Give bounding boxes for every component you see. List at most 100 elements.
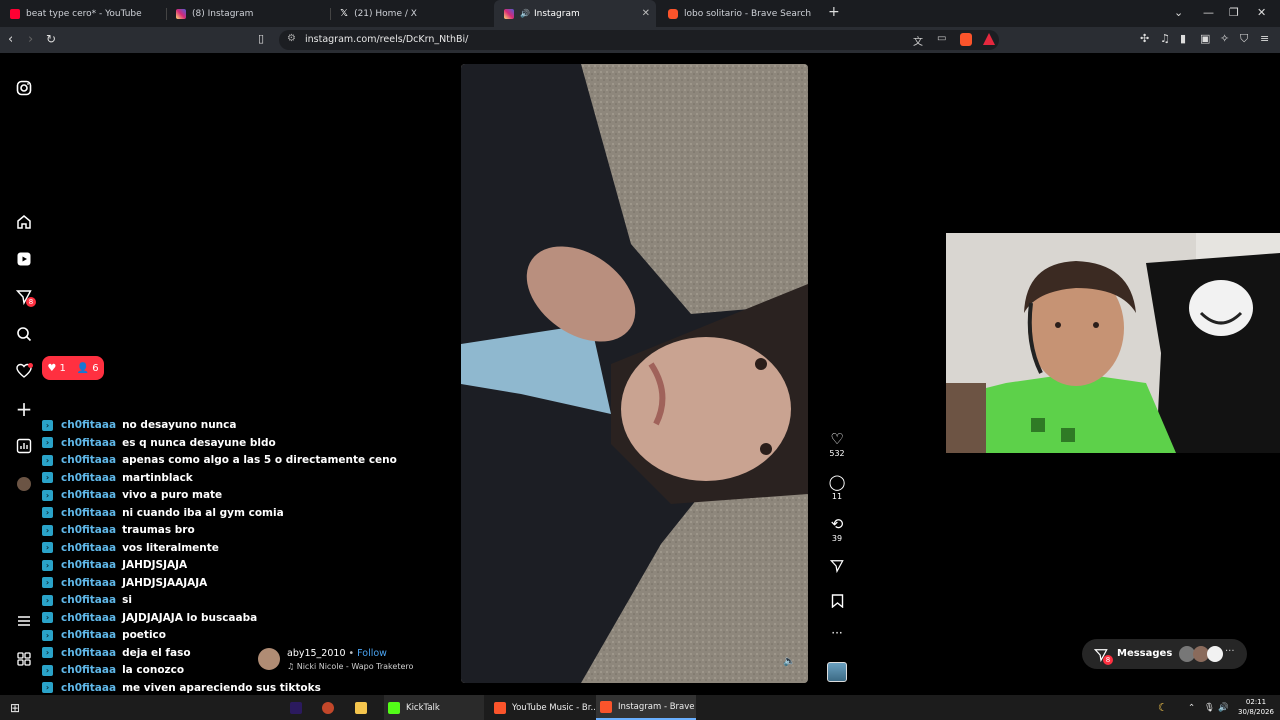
chat-text: JAJDJAJAJA lo buscaaba [122,611,258,624]
site-info-icon[interactable]: ⚙ [287,33,296,44]
instagram-icon [176,8,186,19]
close-window-icon[interactable]: ✕ [1257,6,1266,19]
forward-icon[interactable]: › [28,32,33,47]
search-icon[interactable] [14,324,34,344]
chat-username[interactable]: ch0fitaaa [61,559,116,571]
chat-username[interactable]: ch0fitaaa [61,472,116,484]
kick-badge-icon: › [42,682,53,693]
volume-tray-icon[interactable]: 🔊 [1218,695,1229,720]
tab-youtube[interactable]: beat type cero* - YouTube [0,0,160,27]
chat-username[interactable]: ch0fitaaa [61,577,116,589]
kick-badge-icon: › [42,612,53,623]
wallet-icon[interactable]: ▣ [1200,32,1210,45]
chat-text: martinblack [122,471,193,484]
author-name[interactable]: aby15_2010 [287,648,346,659]
chat-message: › ch0fitaaa martinblack [42,470,193,486]
home-icon[interactable] [14,212,34,232]
brave-shields-icon[interactable] [960,33,972,46]
chat-message: › ch0fitaaa apenas como algo a las 5 o dir… [42,452,397,468]
instagram-logo-icon[interactable] [14,78,34,98]
repost-button[interactable]: ⟲ 39 [826,516,848,543]
messages-icon[interactable]: 8 [14,287,36,307]
taskbar-youtube-music[interactable]: YouTube Music - Br... [490,695,599,720]
chat-username[interactable]: ch0fitaaa [61,612,116,624]
chat-username[interactable]: ch0fitaaa [61,419,116,431]
reel-video[interactable]: 🔈 [461,64,808,683]
tab-instagram-active[interactable]: 🔊 Instagram ✕ [494,0,656,27]
audio-thumbnail[interactable] [826,662,848,682]
sidebar-icon[interactable]: ▮ [1180,32,1186,45]
restore-icon[interactable]: ❐ [1229,6,1239,19]
create-icon[interactable]: + [14,397,34,421]
kick-badge-icon: › [42,647,53,658]
leo-ai-icon[interactable]: ✧ [1220,32,1229,45]
url-text: instagram.com/reels/DcKrn_NthBi/ [305,34,469,45]
chat-username[interactable]: ch0fitaaa [61,524,116,536]
chat-message: › ch0fitaaa deja el faso [42,645,191,661]
brave-rewards-icon[interactable] [983,33,995,45]
chat-message: › ch0fitaaa la conozco [42,662,184,678]
chat-username[interactable]: ch0fitaaa [61,507,116,519]
notifications-heart-icon[interactable] [14,361,34,381]
translate-icon[interactable]: 文 [913,33,923,48]
like-button[interactable]: ♡ 532 [826,431,848,458]
cast-icon[interactable]: ▭ [937,33,946,44]
premiere-icon[interactable] [290,695,308,720]
notification-dot [28,363,33,368]
tab-x[interactable]: 𝕏 (21) Home / X [330,0,490,27]
media-icon[interactable]: ♫ [1160,32,1170,45]
back-icon[interactable]: ‹ [8,32,13,47]
profile-avatar[interactable] [14,474,34,494]
follow-button[interactable]: Follow [357,648,387,659]
audio-row[interactable]: ♫ Nicki Nicole - Wapo Traketero [287,662,413,671]
chat-username[interactable]: ch0fitaaa [61,629,116,641]
comment-button[interactable]: ◯ 11 [826,474,848,501]
save-button[interactable] [826,594,848,611]
tray-chevron-icon[interactable]: ⌃ [1188,695,1195,720]
send-icon [826,559,848,576]
chat-username[interactable]: ch0fitaaa [61,664,116,676]
windows-start-icon[interactable]: ⊞ [10,695,20,720]
minimize-icon[interactable]: — [1203,6,1214,19]
vpn-icon[interactable]: ⛉ [1240,32,1248,46]
more-options-icon[interactable]: ··· [826,626,848,640]
chat-username[interactable]: ch0fitaaa [61,454,116,466]
tab-brave-search[interactable]: lobo solitario - Brave Search [658,0,818,27]
chat-username[interactable]: ch0fitaaa [61,594,116,606]
mic-icon[interactable]: 🎙 [1204,695,1215,720]
volume-icon[interactable]: 🔈 [783,656,795,667]
extensions-icon[interactable]: ✣ [1140,32,1149,45]
tab-search-icon[interactable]: ⌄ [1174,6,1183,19]
clock[interactable]: 02:11 30/8/2026 [1236,697,1276,717]
chat-username[interactable]: ch0fitaaa [61,437,116,449]
share-button[interactable] [826,559,848,576]
url-bar[interactable]: ⚙ instagram.com/reels/DcKrn_NthBi/ 文 ▭ [279,30,999,50]
reels-icon[interactable] [14,249,34,269]
chat-username[interactable]: ch0fitaaa [61,682,116,694]
chat-text: poetico [122,629,166,641]
author-avatar[interactable] [258,648,280,670]
dashboard-icon[interactable] [14,436,34,456]
taskbar-kicktalk[interactable]: KickTalk [384,695,484,720]
chat-text: deja el faso [122,646,191,659]
chat-username[interactable]: ch0fitaaa [61,542,116,554]
file-explorer-icon[interactable] [355,695,373,720]
youtube-icon [10,8,20,19]
tab-instagram-8[interactable]: (8) Instagram [166,0,326,27]
notifications-pill[interactable]: ♥ 1 👤 6 [42,356,104,380]
speaker-icon[interactable]: 🔊 [520,9,530,18]
close-tab-icon[interactable]: ✕ [642,8,650,19]
chat-username[interactable]: ch0fitaaa [61,489,116,501]
menu-icon[interactable]: ≡ [1260,32,1269,45]
chat-text: ni cuando iba al gym comia [122,506,284,519]
messages-pill[interactable]: 8 Messages ··· [1082,639,1247,669]
also-from-meta-icon[interactable] [14,649,34,669]
taskbar-instagram[interactable]: Instagram - Brave [596,695,696,720]
new-tab-button[interactable]: + [828,4,840,20]
bookmark-icon[interactable]: ▯ [258,32,264,45]
reload-icon[interactable]: ↻ [46,32,56,46]
chat-username[interactable]: ch0fitaaa [61,647,116,659]
app-icon[interactable] [322,695,340,720]
more-menu-icon[interactable] [14,611,34,631]
night-light-icon[interactable]: ☾ [1158,695,1168,720]
